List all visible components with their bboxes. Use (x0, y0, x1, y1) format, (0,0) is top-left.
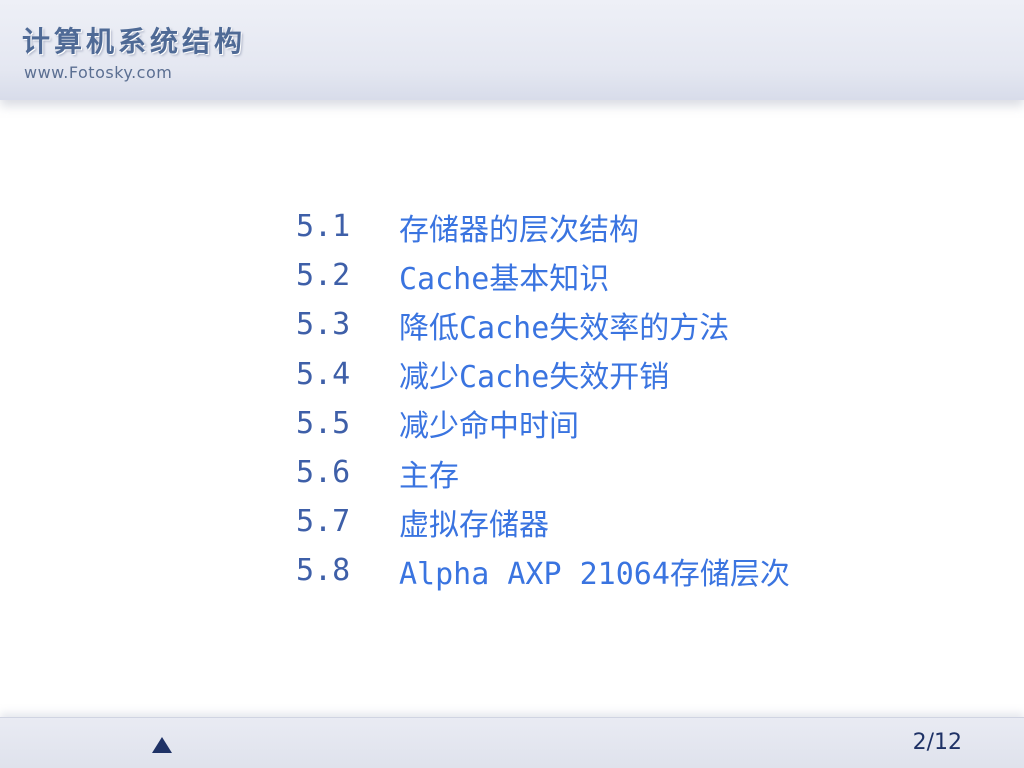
toc-link[interactable]: 减少命中时间 (399, 401, 579, 445)
toc-number: 5.4 (296, 356, 351, 392)
header-bar: 计算机系统结构 www.Fotosky.com (0, 0, 1024, 100)
toc-item[interactable]: 5.6 主存 (296, 448, 790, 497)
triangle-up-icon[interactable] (152, 737, 172, 753)
toc-link[interactable]: 降低Cache失效率的方法 (399, 303, 729, 347)
table-of-contents: 5.1 存储器的层次结构 5.2 Cache基本知识 5.3 降低Cache失效… (296, 202, 790, 596)
toc-link[interactable]: 减少Cache失效开销 (399, 352, 669, 396)
toc-number: 5.2 (296, 258, 351, 294)
toc-link[interactable]: Cache基本知识 (399, 254, 609, 298)
toc-number: 5.7 (296, 504, 351, 540)
toc-link[interactable]: 虚拟存储器 (399, 500, 549, 544)
toc-link[interactable]: 主存 (399, 451, 459, 495)
site-url: www.Fotosky.com (24, 63, 173, 82)
toc-number: 5.1 (296, 209, 351, 245)
slide: 计算机系统结构 www.Fotosky.com 5.1 存储器的层次结构 5.2… (0, 0, 1024, 768)
footer-bar: 2/12 (0, 717, 1024, 768)
toc-item[interactable]: 5.3 降低Cache失效率的方法 (296, 300, 790, 349)
toc-item[interactable]: 5.2 Cache基本知识 (296, 251, 790, 300)
toc-item[interactable]: 5.8 Alpha AXP 21064存储层次 (296, 546, 790, 595)
toc-item[interactable]: 5.1 存储器的层次结构 (296, 202, 790, 251)
toc-number: 5.5 (296, 405, 351, 441)
toc-link[interactable]: 存储器的层次结构 (399, 205, 639, 249)
toc-item[interactable]: 5.7 虚拟存储器 (296, 497, 790, 546)
toc-number: 5.3 (296, 307, 351, 343)
toc-item[interactable]: 5.5 减少命中时间 (296, 399, 790, 448)
toc-item[interactable]: 5.4 减少Cache失效开销 (296, 350, 790, 399)
course-title: 计算机系统结构 (22, 25, 247, 58)
toc-number: 5.6 (296, 455, 351, 491)
toc-number: 5.8 (296, 553, 351, 589)
toc-link[interactable]: Alpha AXP 21064存储层次 (399, 549, 790, 593)
page-indicator: 2/12 (912, 730, 962, 755)
